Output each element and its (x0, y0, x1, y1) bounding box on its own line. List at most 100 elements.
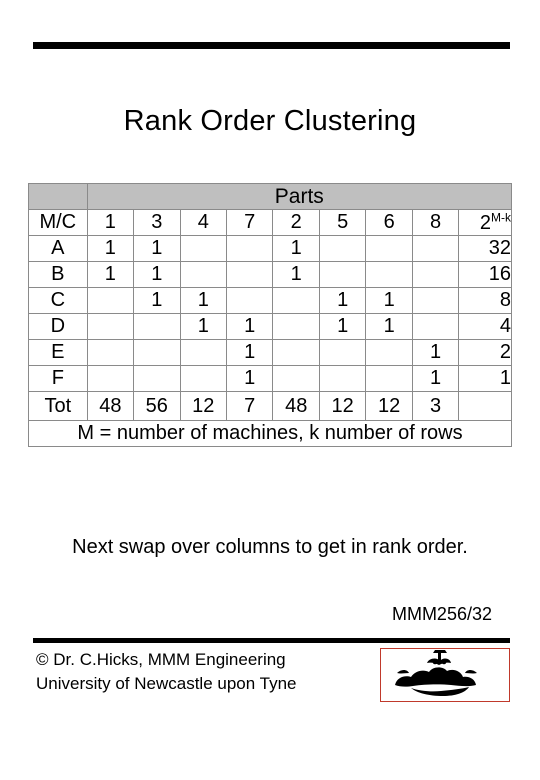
matrix-cell (86, 313, 135, 340)
matrix-cell (86, 287, 135, 314)
slide-code: MMM256/32 (391, 604, 492, 624)
matrix-cell: 1 (272, 261, 320, 288)
matrix-cell (318, 261, 367, 288)
next-step-text: Next swap over columns to get in rank or… (72, 536, 468, 558)
table-header-row: Parts (28, 183, 513, 210)
page-title: Rank Order Clustering (123, 105, 417, 137)
total-cell: 12 (365, 391, 413, 421)
row-label: F (28, 365, 88, 392)
matrix-cell (411, 235, 460, 262)
matrix-cell: 1 (179, 287, 228, 314)
footer-line-1: © Dr. C.Hicks, MMM Engineering (36, 650, 286, 669)
matrix-cell: 1 (225, 313, 274, 340)
matrix-cell: 1 (133, 235, 181, 262)
matrix-cell (272, 313, 320, 340)
row-weight: 1 (458, 365, 512, 392)
matrix-cell (365, 235, 413, 262)
matrix-cell (365, 261, 413, 288)
part-column-header: 7 (225, 209, 274, 236)
weight-column-header: 2M-k (458, 209, 512, 236)
total-cell: 12 (179, 391, 228, 421)
footer-text: © Dr. C.Hicks, MMM Engineering Universit… (36, 648, 296, 696)
table-row: B 1 1 1 16 (28, 261, 512, 288)
total-weight-cell (458, 391, 512, 421)
table-row: C 1 1 1 1 8 (28, 287, 512, 314)
row-label: C (28, 287, 88, 314)
row-weight: 16 (458, 261, 512, 288)
top-divider-rule (33, 42, 510, 49)
row-label: B (28, 261, 88, 288)
matrix-cell (272, 339, 320, 366)
matrix-cell (225, 261, 274, 288)
totals-label: Tot (28, 391, 88, 421)
row-label: A (28, 235, 88, 262)
matrix-table: Parts M/C 1 3 4 7 2 5 6 8 2M-k A 1 1 1 3… (28, 183, 513, 447)
rank-order-matrix: Parts M/C 1 3 4 7 2 5 6 8 2M-k A 1 1 1 3… (28, 183, 513, 447)
matrix-caption: M = number of machines, k number of rows (28, 420, 512, 447)
table-row: E 1 1 2 (28, 339, 512, 366)
row-weight: 2 (458, 339, 512, 366)
total-cell: 48 (272, 391, 320, 421)
matrix-cell (318, 235, 367, 262)
matrix-cell (318, 365, 367, 392)
matrix-cell: 1 (272, 235, 320, 262)
part-column-header: 5 (318, 209, 367, 236)
matrix-cell: 1 (411, 339, 460, 366)
part-column-header: 2 (272, 209, 320, 236)
part-column-header: 8 (411, 209, 460, 236)
matrix-cell (411, 261, 460, 288)
matrix-cell (318, 339, 367, 366)
matrix-cell (365, 339, 413, 366)
total-cell: 48 (86, 391, 135, 421)
total-cell: 12 (318, 391, 367, 421)
row-label-header: M/C (28, 209, 88, 236)
matrix-cell (86, 365, 135, 392)
part-column-header: 3 (133, 209, 181, 236)
matrix-cell (272, 365, 320, 392)
matrix-cell (133, 365, 181, 392)
matrix-cell (225, 235, 274, 262)
row-weight: 4 (458, 313, 512, 340)
matrix-cell (179, 261, 228, 288)
matrix-cell: 1 (133, 287, 181, 314)
matrix-cell (133, 313, 181, 340)
matrix-cell (411, 287, 460, 314)
table-row: F 1 1 1 (28, 365, 512, 392)
matrix-cell (86, 339, 135, 366)
table-row: A 1 1 1 32 (28, 235, 512, 262)
column-header-row: M/C 1 3 4 7 2 5 6 8 2M-k (28, 209, 512, 236)
table-row: D 1 1 1 1 4 (28, 313, 512, 340)
matrix-cell: 1 (365, 287, 413, 314)
row-label: D (28, 313, 88, 340)
matrix-cell: 1 (86, 235, 135, 262)
row-weight: 8 (458, 287, 512, 314)
caption-row: M = number of machines, k number of rows (28, 420, 512, 447)
total-cell: 3 (411, 391, 460, 421)
matrix-cell (365, 365, 413, 392)
matrix-cell: 1 (411, 365, 460, 392)
part-column-header: 1 (86, 209, 135, 236)
university-crest-icon (380, 648, 510, 702)
matrix-cell: 1 (365, 313, 413, 340)
matrix-cell (225, 287, 274, 314)
parts-header: Parts (86, 183, 513, 210)
totals-row: Tot 48 56 12 7 48 12 12 3 (28, 391, 512, 421)
matrix-cell: 1 (225, 339, 274, 366)
matrix-cell (179, 235, 228, 262)
total-cell: 56 (133, 391, 181, 421)
row-label: E (28, 339, 88, 366)
matrix-cell: 1 (225, 365, 274, 392)
matrix-cell: 1 (318, 287, 367, 314)
matrix-cell: 1 (86, 261, 135, 288)
matrix-cell (179, 365, 228, 392)
total-cell: 7 (225, 391, 274, 421)
matrix-cell: 1 (179, 313, 228, 340)
matrix-cell: 1 (133, 261, 181, 288)
matrix-cell (179, 339, 228, 366)
matrix-cell (411, 313, 460, 340)
matrix-cell (133, 339, 181, 366)
matrix-cell: 1 (318, 313, 367, 340)
row-weight: 32 (458, 235, 512, 262)
matrix-cell (272, 287, 320, 314)
corner-cell (28, 183, 88, 210)
